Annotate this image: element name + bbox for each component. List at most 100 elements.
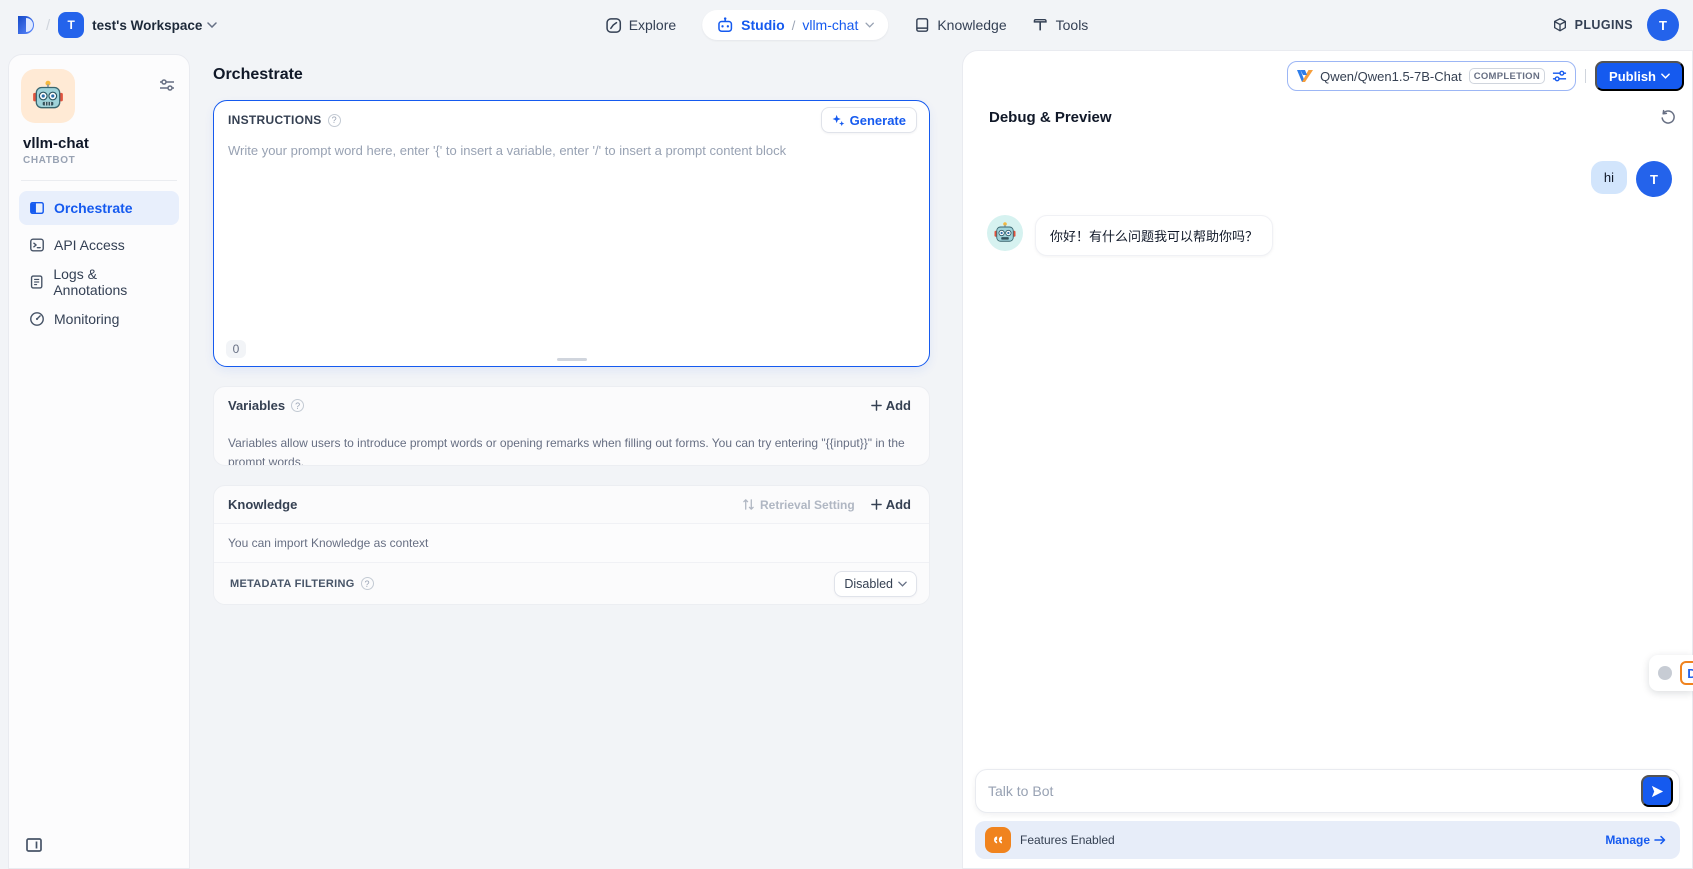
instructions-editor [214,139,929,332]
publish-button[interactable]: Publish [1595,61,1684,91]
instructions-textarea[interactable] [228,143,915,328]
model-mode-badge: COMPLETION [1469,68,1545,84]
main-navigation: Explore Studio / vllm-chat Knowledge Too… [605,10,1089,40]
metadata-filtering-row: METADATA FILTERING ? Disabled [214,562,929,604]
bot-message-bubble: 你好！有什么问题我可以帮助你吗？ [1035,215,1273,256]
chat-input[interactable] [988,783,1641,799]
sparkles-icon [832,114,845,127]
sidebar-item-label: Monitoring [54,311,119,327]
workspace-avatar[interactable]: T [58,12,84,38]
retrieval-setting-button[interactable]: Retrieval Setting [742,498,865,512]
vllm-logo-icon [1297,69,1313,83]
char-count: 0 [226,340,246,358]
arrow-right-icon [1654,835,1666,845]
resize-handle[interactable] [557,358,587,361]
chevron-down-icon [207,22,217,28]
user-chat-avatar: T [1636,161,1672,197]
features-bar: Features Enabled Manage [975,821,1680,859]
app-sidebar: vllm-chat CHATBOT Orchestrate API Access… [8,54,190,869]
help-icon[interactable]: ? [328,114,341,127]
send-button[interactable] [1641,775,1673,807]
top-navigation-bar: / T test's Workspace Explore Studio / vl… [0,0,1693,50]
app-icon[interactable] [21,69,75,123]
sidebar-item-label: Logs & Annotations [53,266,169,298]
divider [21,180,177,181]
debug-controls: Qwen/Qwen1.5-7B-Chat COMPLETION Publish [963,51,1692,95]
retrieval-setting-icon [742,498,755,511]
user-message-bubble: hi [1591,161,1627,194]
add-variable-button[interactable]: Add [865,394,917,417]
robot-icon [716,17,734,33]
sidebar-item-monitoring[interactable]: Monitoring [19,302,179,336]
sidebar-item-label: API Access [54,237,125,253]
sidebar-item-logs-annotations[interactable]: Logs & Annotations [19,265,179,299]
nav-current-app: vllm-chat [802,17,858,33]
instructions-header: INSTRUCTIONS ? Generate [214,101,929,139]
extension-icon[interactable]: D [1680,661,1693,685]
help-icon[interactable]: ? [361,577,374,590]
sidebar-item-orchestrate[interactable]: Orchestrate [19,191,179,225]
generate-button[interactable]: Generate [821,107,917,133]
terminal-icon [29,237,45,253]
knowledge-title: Knowledge [228,497,297,512]
plus-icon [871,499,882,510]
chevron-down-icon [1661,73,1670,79]
nav-explore[interactable]: Explore [605,17,676,34]
nav-knowledge[interactable]: Knowledge [914,17,1006,33]
chat-message-user: hi T [987,161,1672,197]
collapse-sidebar-icon[interactable] [21,832,47,858]
workspace-area: / T test's Workspace [14,12,217,38]
knowledge-card: Knowledge Retrieval Setting Add You can … [213,485,930,605]
gauge-icon [29,311,45,327]
variables-card: Variables ? Add Variables allow users to… [213,386,930,466]
sidebar-item-api-access[interactable]: API Access [19,228,179,262]
variables-title: Variables [228,398,285,413]
workspace-selector[interactable]: test's Workspace [92,18,217,33]
chat-area: hi T 你好！有什么问题我可以帮助你吗？ [963,139,1692,769]
chat-input-container [975,769,1680,813]
features-label: Features Enabled [1020,833,1115,847]
orchestrate-panel: Orchestrate INSTRUCTIONS ? Generate 0 Va… [190,50,962,869]
metadata-filtering-select[interactable]: Disabled [834,571,917,597]
knowledge-header: Knowledge Retrieval Setting Add [214,486,929,523]
nav-studio-label: Studio [741,17,785,33]
instructions-card: INSTRUCTIONS ? Generate 0 [213,100,930,367]
knowledge-description: You can import Knowledge as context [214,523,929,562]
breadcrumb-separator: / [792,18,796,33]
nav-studio-pill[interactable]: Studio / vllm-chat [702,10,888,40]
robot-emoji-icon [31,79,65,113]
user-avatar[interactable]: T [1647,9,1679,41]
divider [1585,69,1586,83]
robot-emoji-icon [993,221,1017,245]
app-settings-icon[interactable] [159,77,175,93]
debug-header: Debug & Preview [963,95,1692,139]
sidebar-item-label: Orchestrate [54,200,133,216]
metadata-filtering-title: METADATA FILTERING [230,578,355,590]
package-icon [1552,17,1568,33]
dify-logo[interactable] [14,13,38,37]
restart-conversation-icon[interactable] [1656,105,1680,129]
model-name: Qwen/Qwen1.5-7B-Chat [1320,69,1462,84]
debug-preview-panel: Qwen/Qwen1.5-7B-Chat COMPLETION Publish … [962,50,1693,869]
drag-dot [1658,666,1672,680]
instructions-title: INSTRUCTIONS [228,113,322,127]
app-type-badge: CHATBOT [23,155,177,166]
page-title: Orchestrate [213,66,930,84]
features-icon [985,827,1011,853]
explore-icon [605,17,622,34]
model-config-sliders-icon[interactable] [1552,69,1567,83]
debug-title: Debug & Preview [989,109,1112,126]
manage-features-link[interactable]: Manage [1605,833,1666,847]
app-name: vllm-chat [23,135,177,152]
nav-tools[interactable]: Tools [1033,17,1089,33]
chevron-down-icon[interactable] [865,22,874,28]
breadcrumb-separator: / [46,17,50,34]
chevron-down-icon [898,581,907,587]
book-icon [914,17,930,33]
floating-extension-widget[interactable]: D [1649,655,1693,691]
add-knowledge-button[interactable]: Add [865,493,917,516]
plugins-button[interactable]: PLUGINS [1552,17,1633,33]
model-selector[interactable]: Qwen/Qwen1.5-7B-Chat COMPLETION [1287,61,1576,91]
help-icon[interactable]: ? [291,399,304,412]
hammer-icon [1033,17,1049,33]
